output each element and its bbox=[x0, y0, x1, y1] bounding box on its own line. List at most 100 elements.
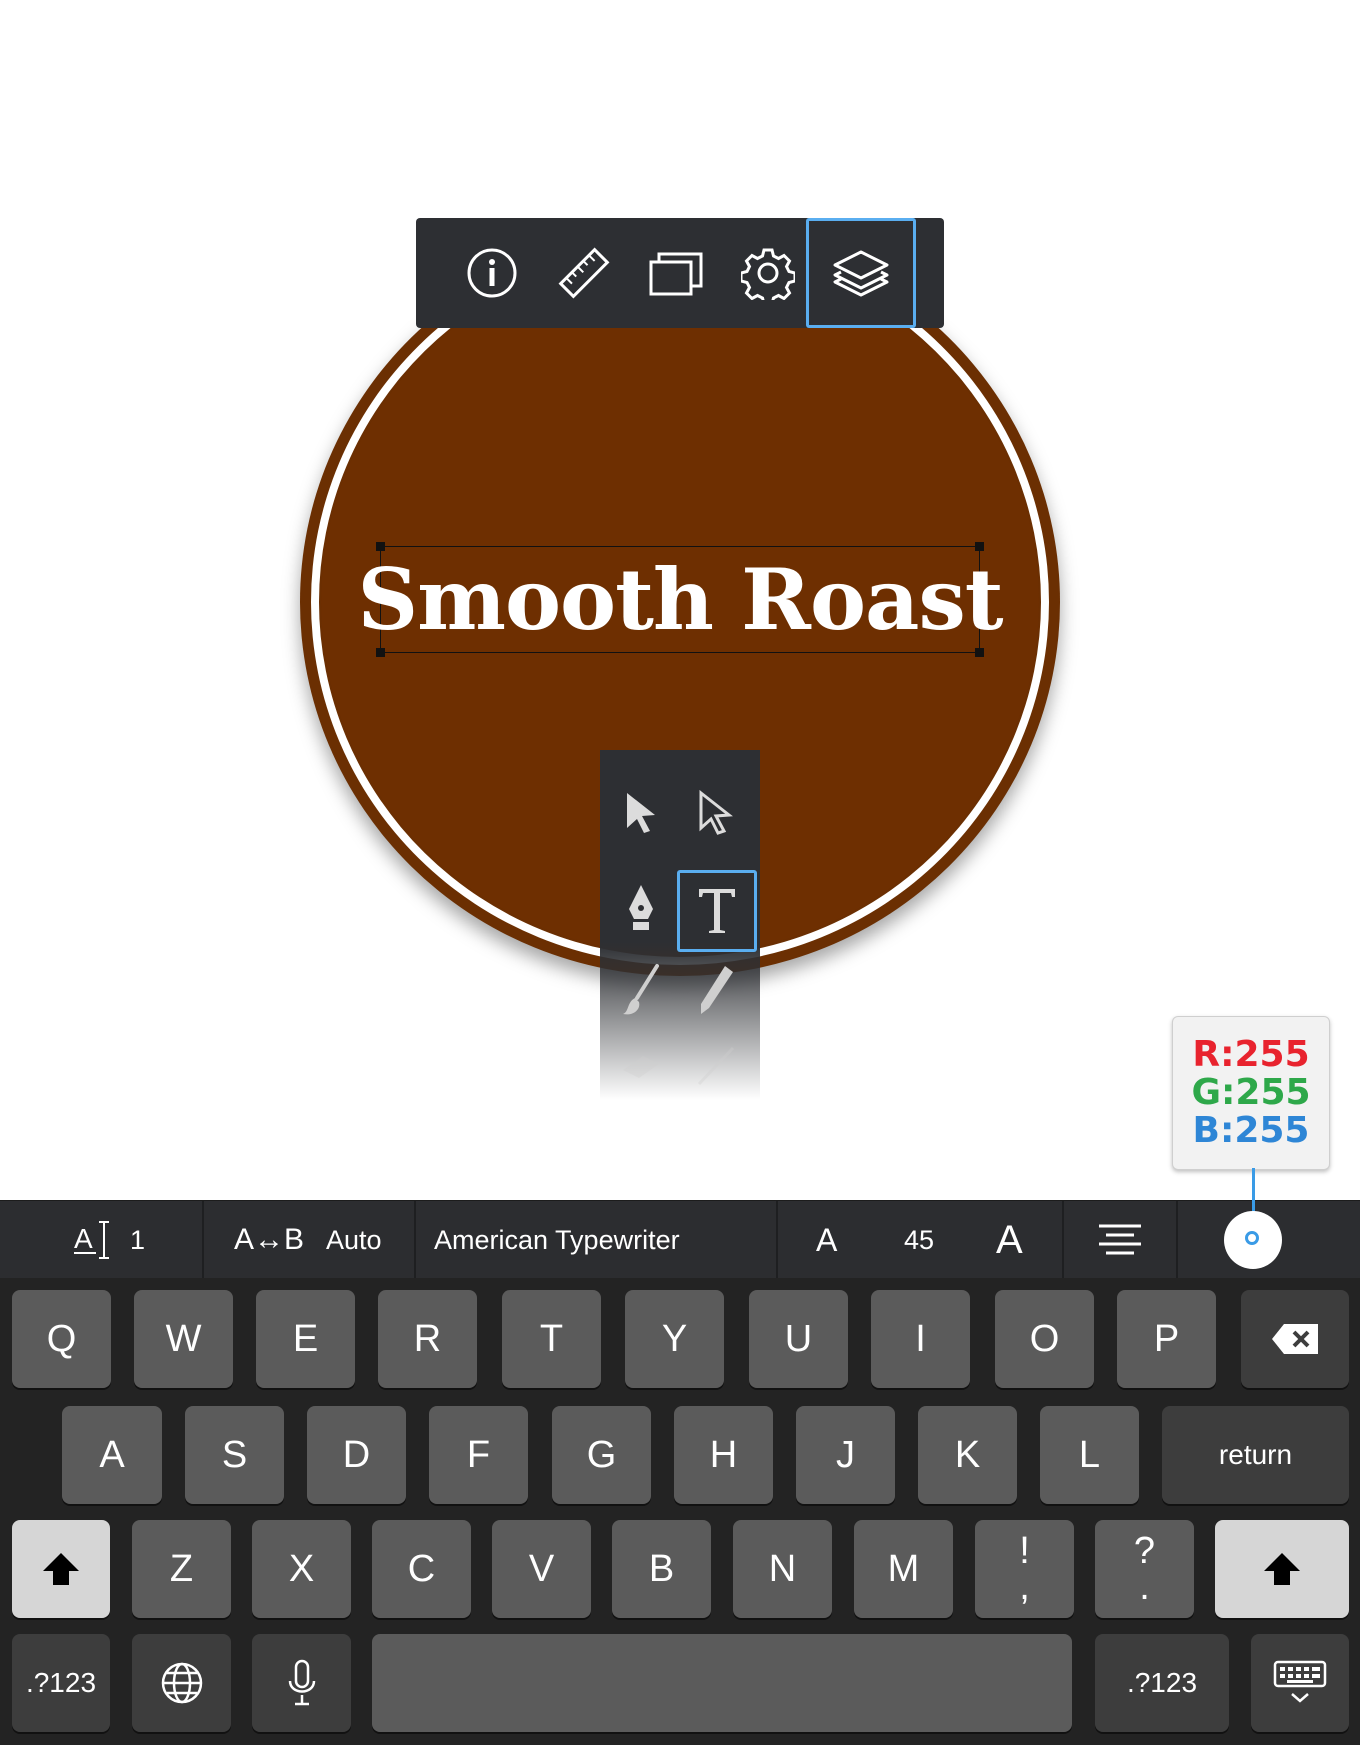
select-tool[interactable] bbox=[604, 774, 678, 850]
key-e[interactable]: E bbox=[256, 1290, 355, 1388]
tool-palette bbox=[600, 750, 760, 1100]
text-tool-icon bbox=[699, 889, 735, 933]
comma-glyph: , bbox=[1019, 1566, 1030, 1608]
drawing-canvas[interactable]: Smooth Roast R:255 G:255 B:255 bbox=[0, 0, 1360, 1200]
dismiss-keyboard-key[interactable] bbox=[1251, 1634, 1349, 1732]
key-w[interactable]: W bbox=[134, 1290, 233, 1388]
layers-button[interactable] bbox=[806, 218, 916, 328]
line-spacing-value: 1 bbox=[130, 1224, 146, 1255]
color-picker-handle[interactable] bbox=[1245, 1231, 1259, 1245]
globe-key[interactable] bbox=[132, 1634, 231, 1732]
letter-spacing-value: Auto bbox=[326, 1224, 382, 1255]
key-s[interactable]: S bbox=[185, 1406, 284, 1504]
keyboard-dismiss-icon bbox=[1273, 1660, 1327, 1703]
key-z[interactable]: Z bbox=[132, 1520, 231, 1618]
key-v[interactable]: V bbox=[492, 1520, 591, 1618]
numbers-label: .?123 bbox=[25, 1667, 97, 1698]
top-toolbar bbox=[416, 218, 944, 328]
ruler-icon bbox=[558, 247, 610, 299]
return-label: return bbox=[1218, 1439, 1293, 1470]
line-icon bbox=[697, 1046, 735, 1086]
text-selection-box[interactable]: Smooth Roast bbox=[357, 542, 1004, 657]
font-size-value: 45 bbox=[904, 1224, 935, 1255]
key-m[interactable]: M bbox=[854, 1520, 953, 1618]
text-tool[interactable] bbox=[677, 870, 757, 952]
key-c[interactable]: C bbox=[372, 1520, 471, 1618]
arrow-solid-icon bbox=[627, 793, 655, 833]
key-b[interactable]: B bbox=[612, 1520, 711, 1618]
key-a[interactable]: A bbox=[62, 1406, 162, 1504]
ruler-button[interactable] bbox=[538, 218, 630, 328]
align-center-icon bbox=[1099, 1224, 1141, 1255]
question-glyph: ? bbox=[1133, 1530, 1156, 1572]
line-spacing-icon: A bbox=[74, 1221, 109, 1259]
return-key[interactable]: return bbox=[1162, 1406, 1349, 1504]
brush-icon bbox=[623, 964, 659, 1015]
eraser-tool[interactable] bbox=[604, 1028, 678, 1104]
line-spacing-control[interactable]: A 1 bbox=[0, 1201, 204, 1279]
period-glyph: . bbox=[1139, 1566, 1150, 1608]
key-o[interactable]: O bbox=[995, 1290, 1094, 1388]
key-l[interactable]: L bbox=[1040, 1406, 1139, 1504]
font-name-selector[interactable]: American Typewriter bbox=[416, 1201, 778, 1279]
key-y[interactable]: Y bbox=[625, 1290, 724, 1388]
numbers-key-left[interactable]: .?123 bbox=[12, 1634, 110, 1732]
microphone-key[interactable] bbox=[252, 1634, 351, 1732]
line-tool[interactable] bbox=[678, 1028, 752, 1104]
artboards-icon bbox=[649, 252, 703, 296]
layers-icon bbox=[833, 250, 889, 297]
blue-value: B:255 bbox=[1192, 1110, 1310, 1151]
arrow-outline-icon bbox=[699, 789, 733, 835]
key-x[interactable]: X bbox=[252, 1520, 351, 1618]
resize-handle-top-left[interactable] bbox=[376, 542, 385, 551]
space-bar[interactable] bbox=[372, 1634, 1072, 1732]
shift-key-left[interactable] bbox=[12, 1520, 110, 1618]
key-question-period[interactable]: ? . bbox=[1095, 1520, 1194, 1618]
color-readout-tooltip: R:255 G:255 B:255 bbox=[1172, 1016, 1330, 1170]
exclamation-glyph: ! bbox=[1019, 1530, 1030, 1572]
font-name: American Typewriter bbox=[434, 1224, 680, 1255]
resize-handle-bottom-left[interactable] bbox=[376, 648, 385, 657]
svg-text:A: A bbox=[74, 1223, 93, 1254]
key-i[interactable]: I bbox=[871, 1290, 970, 1388]
resize-handle-top-right[interactable] bbox=[975, 542, 984, 551]
pencil-tool[interactable] bbox=[678, 952, 752, 1028]
key-q[interactable]: Q bbox=[12, 1290, 111, 1388]
key-j[interactable]: J bbox=[796, 1406, 895, 1504]
key-d[interactable]: D bbox=[307, 1406, 406, 1504]
increase-font-size-button[interactable]: A bbox=[996, 1218, 1023, 1263]
key-exclamation-comma[interactable]: ! , bbox=[975, 1520, 1074, 1618]
red-value: R:255 bbox=[1192, 1034, 1310, 1075]
settings-button[interactable] bbox=[722, 218, 814, 328]
letter-spacing-icon: A↔B bbox=[234, 1223, 305, 1256]
key-f[interactable]: F bbox=[429, 1406, 528, 1504]
backspace-key[interactable] bbox=[1241, 1290, 1349, 1388]
key-p[interactable]: P bbox=[1117, 1290, 1216, 1388]
shift-arrow-icon bbox=[43, 1553, 79, 1585]
key-g[interactable]: G bbox=[552, 1406, 651, 1504]
artboards-button[interactable] bbox=[630, 218, 722, 328]
letter-spacing-control[interactable]: A↔B Auto bbox=[204, 1201, 416, 1279]
key-k[interactable]: K bbox=[918, 1406, 1017, 1504]
resize-handle-bottom-right[interactable] bbox=[975, 648, 984, 657]
decrease-font-size-button[interactable]: A bbox=[816, 1222, 837, 1259]
gear-icon bbox=[741, 248, 795, 300]
text-alignment-button[interactable] bbox=[1064, 1201, 1178, 1279]
direct-select-tool[interactable] bbox=[678, 774, 752, 850]
key-u[interactable]: U bbox=[749, 1290, 848, 1388]
numbers-key-right[interactable]: .?123 bbox=[1095, 1634, 1229, 1732]
info-button[interactable] bbox=[446, 218, 538, 328]
shift-key-right[interactable] bbox=[1215, 1520, 1349, 1618]
pen-tool[interactable] bbox=[604, 870, 678, 946]
key-t[interactable]: T bbox=[502, 1290, 601, 1388]
backspace-icon bbox=[1272, 1324, 1318, 1354]
brush-tool[interactable] bbox=[604, 952, 678, 1028]
text-format-bar: A 1 A↔B Auto American Typewriter A 45 A bbox=[0, 1200, 1360, 1279]
key-n[interactable]: N bbox=[733, 1520, 832, 1618]
numbers-label: .?123 bbox=[1126, 1667, 1198, 1698]
key-h[interactable]: H bbox=[674, 1406, 773, 1504]
key-r[interactable]: R bbox=[378, 1290, 477, 1388]
eraser-icon bbox=[623, 1056, 659, 1078]
headline-text[interactable]: Smooth Roast bbox=[357, 557, 1003, 642]
info-icon bbox=[467, 248, 517, 298]
